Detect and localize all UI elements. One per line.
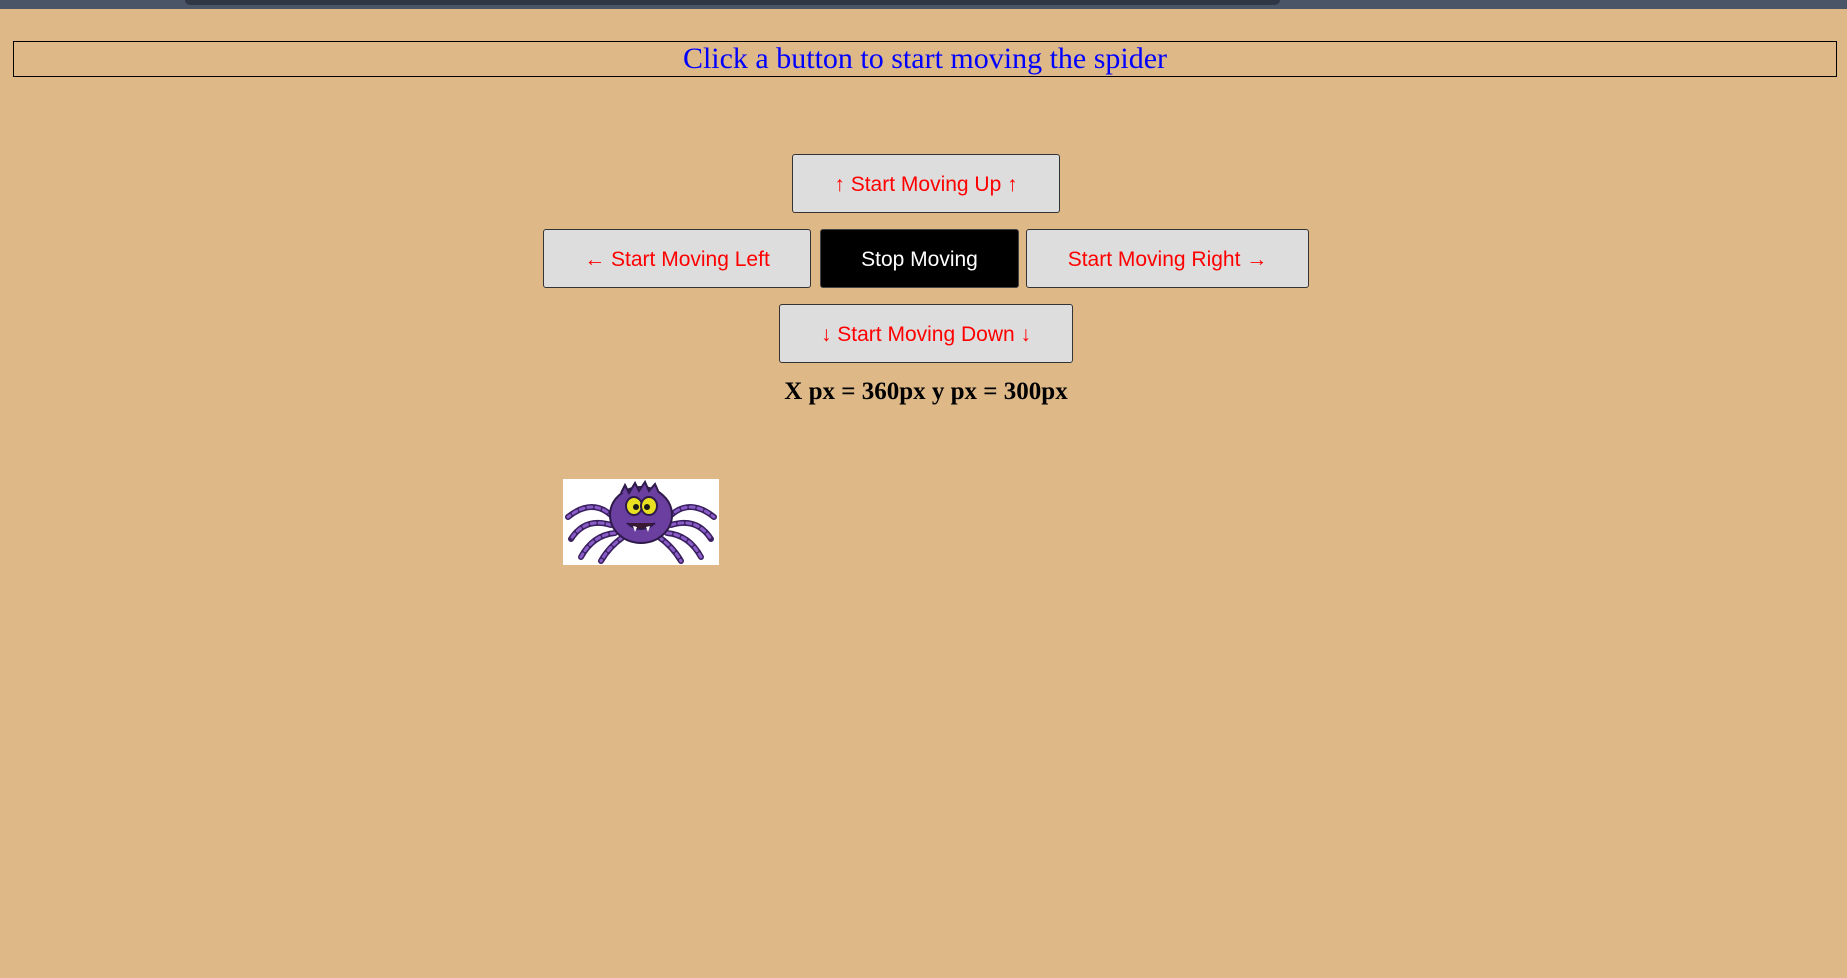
start-moving-right-button[interactable]: Start Moving Right → (1026, 229, 1309, 288)
browser-chrome-strip (0, 0, 1847, 9)
instruction-heading: Click a button to start moving the spide… (13, 41, 1837, 77)
start-moving-down-button[interactable]: ↓ Start Moving Down ↓ (779, 304, 1073, 363)
start-moving-left-button[interactable]: ← Start Moving Left (543, 229, 811, 288)
stop-moving-button[interactable]: Stop Moving (820, 229, 1019, 288)
browser-tab-shadow (185, 0, 1280, 5)
spider-image (563, 479, 719, 565)
position-readout: X px = 360px y px = 300px (784, 378, 1068, 405)
spider-icon (565, 479, 717, 564)
start-moving-up-button[interactable]: ↑ Start Moving Up ↑ (792, 154, 1060, 213)
